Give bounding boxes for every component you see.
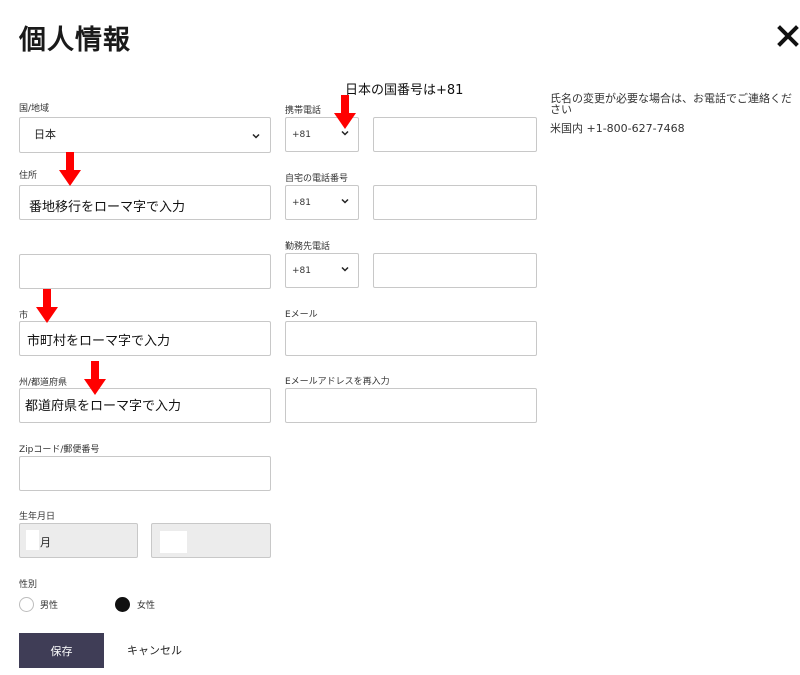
mobile-number-input[interactable] bbox=[373, 117, 537, 152]
redaction-patch bbox=[160, 531, 187, 553]
dob-label: 生年月日 bbox=[19, 512, 56, 522]
chevron-down-icon bbox=[341, 198, 349, 204]
gender-female-label: 女性 bbox=[137, 601, 156, 611]
address-line2-input[interactable] bbox=[19, 254, 271, 289]
email-confirm-label: Eメールアドレスを再入力 bbox=[285, 377, 390, 387]
city-input[interactable]: 市町村をローマ字で入力 bbox=[19, 321, 271, 356]
city-hint-annotation: 市町村をローマ字で入力 bbox=[27, 334, 171, 349]
cancel-link[interactable]: キャンセル bbox=[127, 642, 182, 658]
home-code-value: +81 bbox=[292, 198, 311, 208]
email-confirm-input[interactable] bbox=[285, 388, 537, 423]
gender-label: 性別 bbox=[19, 580, 38, 590]
redaction-patch bbox=[26, 530, 39, 550]
mobile-label: 携帯電話 bbox=[285, 106, 322, 116]
country-value: 日本 bbox=[34, 128, 56, 141]
mobile-code-value: +81 bbox=[292, 130, 311, 140]
country-label: 国/地域 bbox=[19, 104, 50, 114]
city-label: 市 bbox=[19, 311, 29, 321]
zip-label: Zipコード/郵便番号 bbox=[19, 445, 100, 455]
home-number-input[interactable] bbox=[373, 185, 537, 220]
chevron-down-icon bbox=[341, 266, 349, 272]
home-country-code-select[interactable]: +81 bbox=[285, 185, 359, 220]
close-icon[interactable] bbox=[776, 24, 800, 48]
chevron-down-icon bbox=[252, 133, 260, 139]
state-label: 州/都道府県 bbox=[19, 378, 68, 388]
save-button[interactable]: 保存 bbox=[19, 633, 104, 668]
state-input[interactable]: 都道府県をローマ字で入力 bbox=[19, 388, 271, 423]
email-input[interactable] bbox=[285, 321, 537, 356]
work-country-code-select[interactable]: +81 bbox=[285, 253, 359, 288]
work-code-value: +81 bbox=[292, 266, 311, 276]
gender-male-radio[interactable] bbox=[19, 597, 34, 612]
phone-contact-note: 米国内 +1-800-627-7468 bbox=[550, 122, 685, 135]
red-arrow-down-icon bbox=[36, 289, 58, 323]
chevron-down-icon bbox=[341, 130, 349, 136]
name-change-note: 氏名の変更が必要な場合は、お電話でご連絡ください bbox=[550, 92, 792, 116]
dob-month-select[interactable]: 月 bbox=[19, 523, 138, 558]
gender-female-radio[interactable] bbox=[115, 597, 130, 612]
page-title: 個人情報 bbox=[19, 25, 131, 56]
home-phone-label: 自宅の電話番号 bbox=[285, 174, 349, 184]
country-select[interactable]: 日本 bbox=[19, 117, 271, 153]
work-phone-label: 勤務先電話 bbox=[285, 242, 331, 252]
address-hint-annotation: 番地移行をローマ字で入力 bbox=[29, 200, 186, 215]
red-arrow-down-icon bbox=[84, 361, 106, 395]
red-arrow-down-icon bbox=[334, 95, 356, 129]
zip-input[interactable] bbox=[19, 456, 271, 491]
state-hint-annotation: 都道府県をローマ字で入力 bbox=[25, 399, 182, 414]
work-number-input[interactable] bbox=[373, 253, 537, 288]
red-arrow-down-icon bbox=[59, 152, 81, 186]
address-label: 住所 bbox=[19, 171, 38, 181]
dob-day-select[interactable] bbox=[151, 523, 271, 558]
address-line1-input[interactable]: 番地移行をローマ字で入力 bbox=[19, 185, 271, 220]
email-label: Eメール bbox=[285, 310, 318, 320]
dob-month-value: 月 bbox=[40, 536, 51, 549]
country-code-note: 日本の国番号は+81 bbox=[345, 83, 464, 98]
gender-male-label: 男性 bbox=[40, 601, 59, 611]
